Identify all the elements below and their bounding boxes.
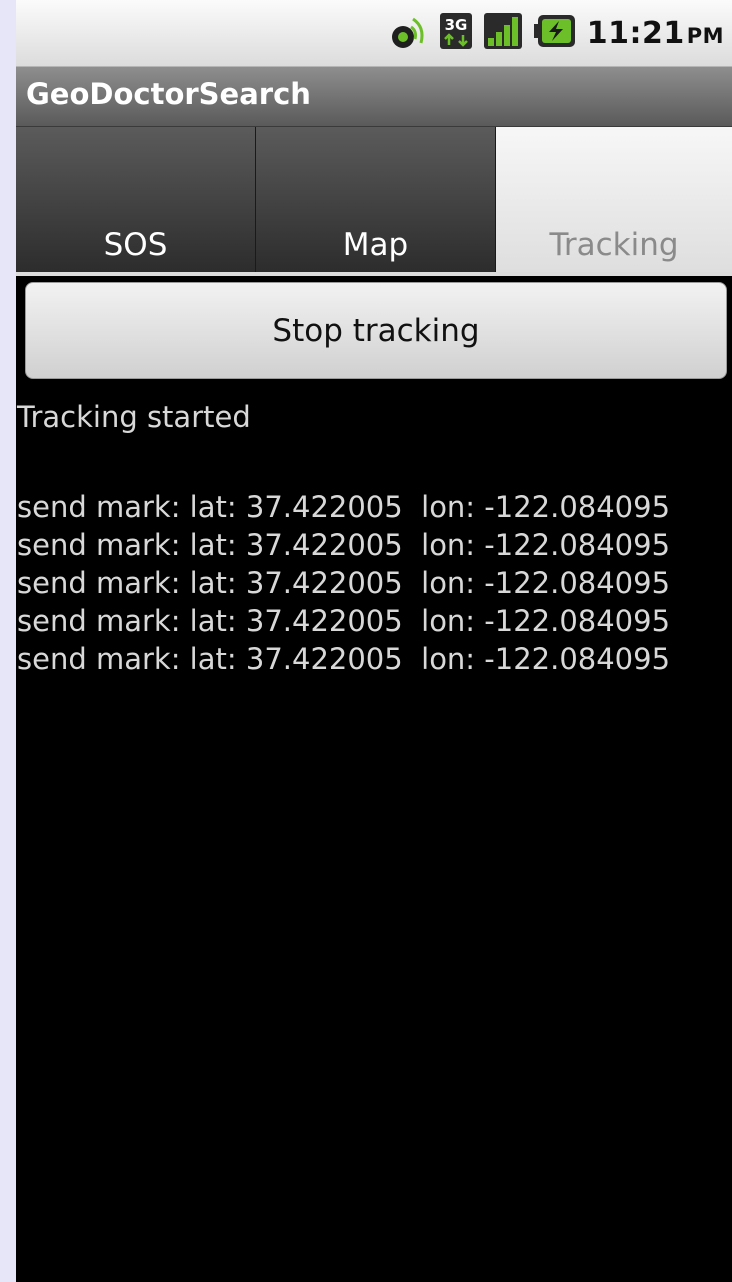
tab-bar: SOS Map Tracking: [16, 127, 732, 273]
svg-text:3G: 3G: [444, 16, 467, 34]
tab-underline: [16, 272, 732, 276]
clock-time: 11:21: [586, 15, 685, 51]
battery-charging-icon: [533, 11, 577, 55]
gps-icon: [389, 11, 429, 55]
tab-sos[interactable]: SOS: [16, 127, 256, 273]
status-bar: 3G 11:21PM: [16, 0, 732, 67]
signal-icon: [483, 11, 523, 55]
stop-tracking-label: Stop tracking: [272, 312, 480, 349]
log-line: send mark: lat: 37.422005 lon: -122.0840…: [17, 604, 671, 638]
tab-tracking[interactable]: Tracking: [496, 127, 732, 273]
log-line: send mark: lat: 37.422005 lon: -122.0840…: [17, 642, 671, 676]
tab-tracking-label: Tracking: [549, 227, 679, 263]
log-line: send mark: lat: 37.422005 lon: -122.0840…: [17, 528, 671, 562]
tracking-status: Tracking started: [17, 400, 251, 434]
tab-map[interactable]: Map: [256, 127, 496, 273]
tab-sos-label: SOS: [103, 227, 168, 263]
tab-map-label: Map: [342, 227, 409, 263]
log-line: send mark: lat: 37.422005 lon: -122.0840…: [17, 490, 671, 524]
app-title: GeoDoctorSearch: [26, 77, 311, 111]
tracking-log: send mark: lat: 37.422005 lon: -122.0840…: [17, 488, 717, 678]
phone-screen: 3G 11:21PM GeoDoctorSearch SOS Map Track…: [16, 0, 732, 1282]
status-time: 11:21PM: [587, 16, 724, 51]
status-icons: 3G 11:21PM: [389, 8, 724, 58]
3g-data-icon: 3G: [439, 11, 473, 55]
log-line: send mark: lat: 37.422005 lon: -122.0840…: [17, 566, 671, 600]
stop-tracking-button[interactable]: Stop tracking: [25, 282, 727, 379]
clock-ampm: PM: [686, 23, 724, 48]
title-bar: GeoDoctorSearch: [16, 67, 732, 127]
